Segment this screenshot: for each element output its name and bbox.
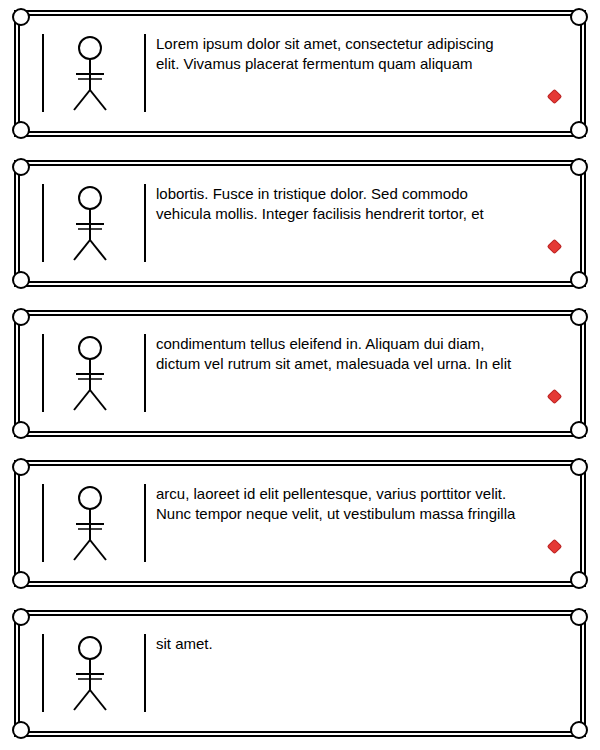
message-line: sit amet. xyxy=(156,634,572,654)
corner-knob xyxy=(570,608,588,626)
divider-line xyxy=(144,184,146,262)
message-line: condimentum tellus eleifend in. Aliquam … xyxy=(156,334,572,354)
corner-knob xyxy=(12,8,30,26)
message-line: lobortis. Fusce in tristique dolor. Sed … xyxy=(156,184,572,204)
corner-knob xyxy=(570,121,588,139)
corner-knob xyxy=(570,8,588,26)
corner-knob xyxy=(12,721,30,739)
corner-knob xyxy=(570,158,588,176)
corner-knob xyxy=(12,308,30,326)
corner-knob xyxy=(12,571,30,589)
person-icon xyxy=(70,634,110,712)
corner-knob xyxy=(570,308,588,326)
person-icon xyxy=(70,484,110,562)
card-list: Lorem ipsum dolor sit amet, consectetur … xyxy=(0,0,600,750)
message-line: vehicula mollis. Integer facilisis hendr… xyxy=(156,204,572,224)
message-card: lobortis. Fusce in tristique dolor. Sed … xyxy=(14,160,586,287)
person-icon xyxy=(70,184,110,262)
corner-knob xyxy=(570,458,588,476)
divider-line xyxy=(42,634,44,712)
corner-knob xyxy=(12,121,30,139)
message-card: arcu, laoreet id elit pellentesque, vari… xyxy=(14,460,586,587)
message-card: condimentum tellus eleifend in. Aliquam … xyxy=(14,310,586,437)
divider-line xyxy=(144,484,146,562)
divider-line xyxy=(144,334,146,412)
message-card: Lorem ipsum dolor sit amet, consectetur … xyxy=(14,10,586,137)
message-line: arcu, laoreet id elit pellentesque, vari… xyxy=(156,484,572,504)
message-line: Nunc tempor neque velit, ut vestibulum m… xyxy=(156,504,572,524)
corner-knob xyxy=(12,458,30,476)
corner-knob xyxy=(570,721,588,739)
divider-line xyxy=(42,484,44,562)
corner-knob xyxy=(12,421,30,439)
corner-knob xyxy=(12,158,30,176)
corner-knob xyxy=(570,571,588,589)
divider-line xyxy=(42,34,44,112)
marker-icon xyxy=(547,539,563,555)
corner-knob xyxy=(570,271,588,289)
marker-icon xyxy=(547,89,563,105)
corner-knob xyxy=(12,608,30,626)
message-line: dictum vel rutrum sit amet, malesuada ve… xyxy=(156,354,572,374)
message-line: Lorem ipsum dolor sit amet, consectetur … xyxy=(156,34,572,54)
person-icon xyxy=(70,334,110,412)
divider-line xyxy=(144,34,146,112)
divider-line xyxy=(42,184,44,262)
divider-line xyxy=(42,334,44,412)
corner-knob xyxy=(12,271,30,289)
divider-line xyxy=(144,634,146,712)
message-card: sit amet. xyxy=(14,610,586,737)
corner-knob xyxy=(570,421,588,439)
person-icon xyxy=(70,34,110,112)
marker-icon xyxy=(547,389,563,405)
message-line: elit. Vivamus placerat fermentum quam al… xyxy=(156,54,572,74)
marker-icon xyxy=(547,239,563,255)
